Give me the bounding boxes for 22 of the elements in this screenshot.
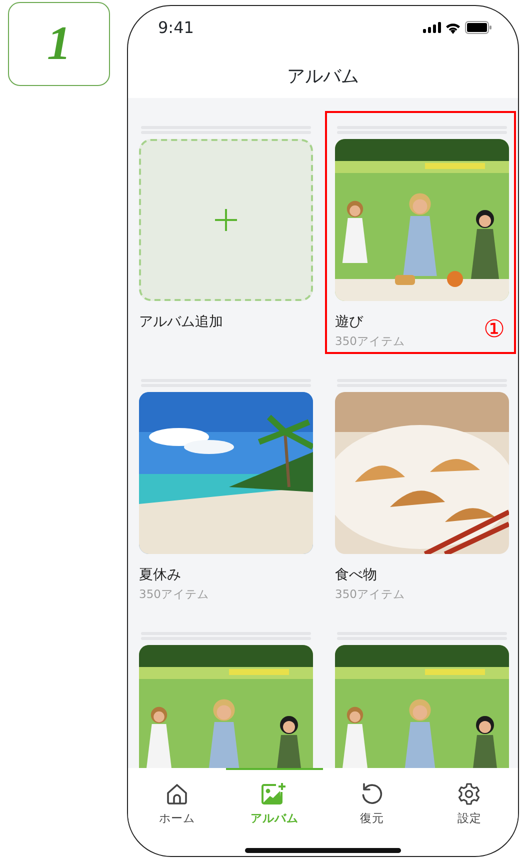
undo-icon	[360, 782, 384, 806]
album-title: 遊び	[335, 313, 363, 332]
item-count: 350アイテム	[139, 586, 209, 604]
add-photo-icon	[261, 782, 288, 806]
step-number: 1	[47, 20, 71, 68]
album-title: アルバム追加	[139, 313, 223, 332]
battery-icon	[465, 21, 492, 34]
signal-icon	[423, 22, 441, 33]
album-title: 食べ物	[335, 566, 377, 584]
home-icon	[164, 782, 189, 806]
callout-number: ①	[483, 317, 505, 341]
item-count: 350アイテム	[335, 586, 405, 604]
settings-icon	[457, 782, 482, 806]
status-time: 9:41	[158, 20, 194, 36]
screen-title: アルバム	[287, 64, 359, 88]
tab[interactable]: 設定	[420, 768, 518, 836]
tab[interactable]: 復元	[323, 768, 420, 836]
album-title: 夏休み	[139, 566, 181, 584]
item-count: 350アイテム	[335, 333, 405, 350]
plus-icon	[214, 208, 238, 232]
wifi-icon	[445, 22, 461, 34]
tab[interactable]: ホーム	[128, 768, 226, 836]
